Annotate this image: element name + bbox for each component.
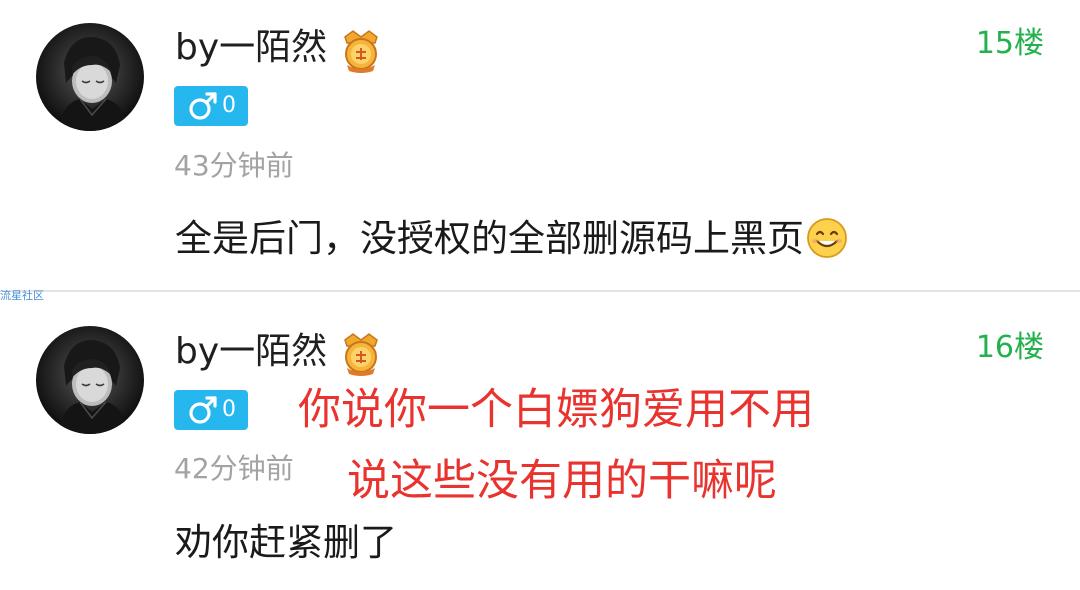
gender-level: 0 <box>222 397 236 422</box>
overlay-annotation: 说这些没有用的干嘛呢 <box>347 456 777 506</box>
male-symbol-icon <box>189 92 217 120</box>
comment-content: 劝你赶紧删了 <box>175 520 397 566</box>
floor-number: 15楼 <box>975 26 1044 61</box>
avatar-portrait <box>58 340 128 434</box>
avatar-portrait <box>58 37 128 131</box>
smile-emoji-icon <box>806 217 848 259</box>
floor-number: 16楼 <box>975 330 1044 365</box>
male-symbol-icon <box>189 396 217 424</box>
overlay-annotation: 你说你一个白嫖狗爱用不用 <box>298 385 814 435</box>
comment-post: by一陌然 16楼 0 42分钟前 劝你赶紧删了 <box>0 292 1080 590</box>
comment-text: 劝你赶紧删了 <box>175 521 397 564</box>
gender-badge: 0 <box>174 390 248 430</box>
avatar[interactable] <box>36 23 144 131</box>
username[interactable]: by一陌然 <box>175 26 327 70</box>
comment-content: 全是后门，没授权的全部删源码上黑页 <box>175 216 848 262</box>
comment-post: by一陌然 15楼 0 43分钟前 全是后门，没授权的全部删源码上黑页 <box>0 0 1080 290</box>
post-time: 43分钟前 <box>174 149 294 182</box>
username[interactable]: by一陌然 <box>175 330 327 374</box>
gender-level: 0 <box>222 93 236 118</box>
post-time: 42分钟前 <box>174 452 294 485</box>
avatar[interactable] <box>36 326 144 434</box>
medal-icon <box>339 27 383 73</box>
gender-badge: 0 <box>174 86 248 126</box>
comment-text: 全是后门，没授权的全部删源码上黑页 <box>175 217 804 260</box>
medal-icon <box>339 330 383 376</box>
